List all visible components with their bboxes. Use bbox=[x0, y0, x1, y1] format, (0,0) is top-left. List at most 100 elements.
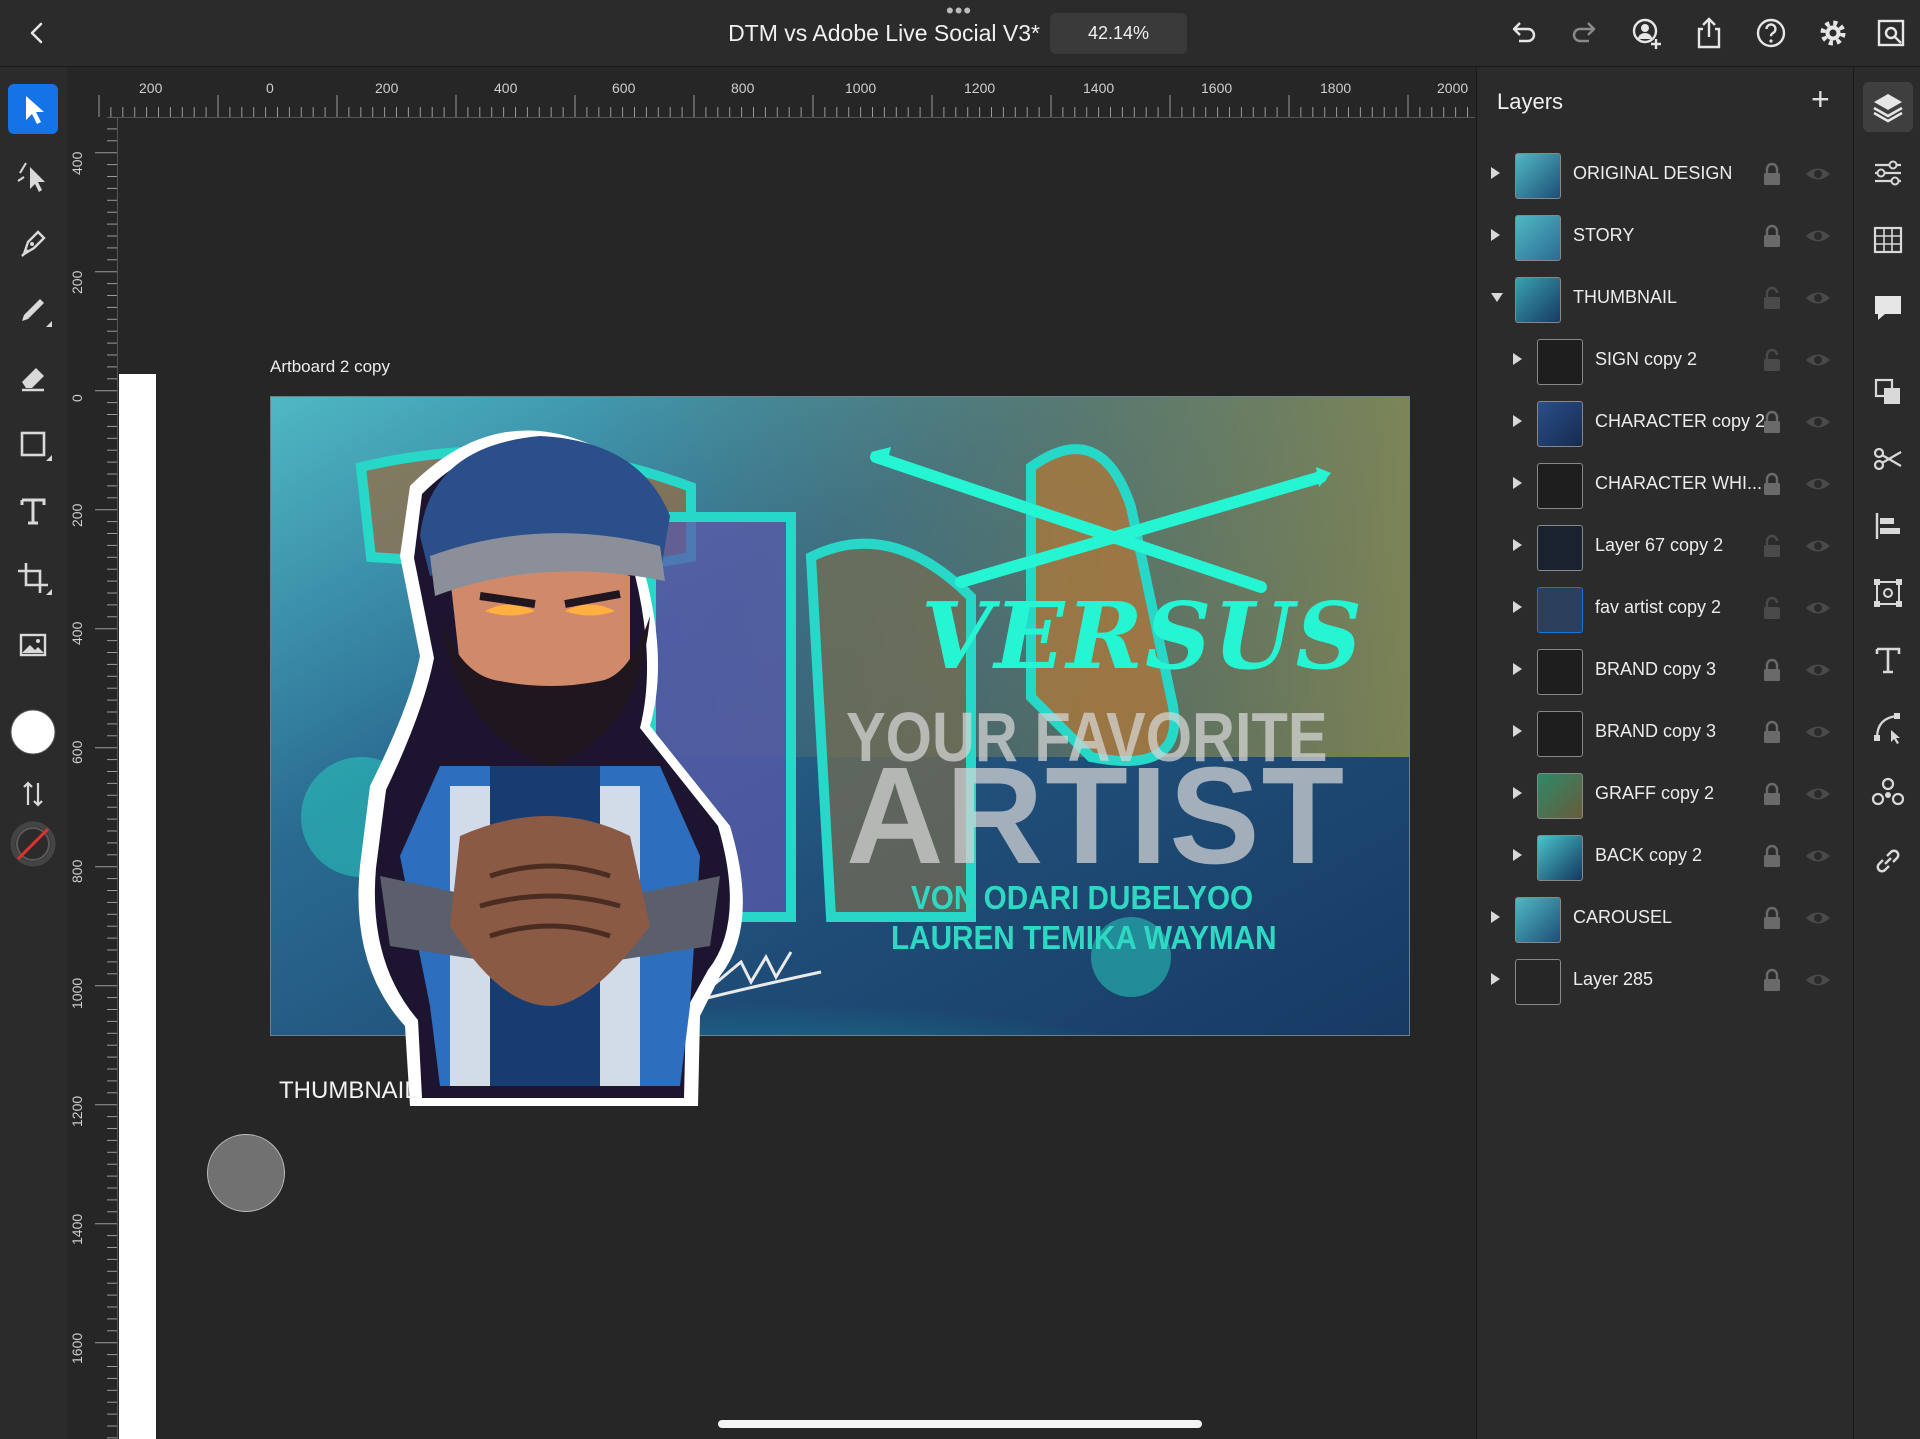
pencil-tool-icon[interactable] bbox=[8, 285, 58, 335]
expand-arrow-icon[interactable] bbox=[1513, 539, 1522, 551]
comments-icon[interactable] bbox=[1863, 282, 1913, 332]
direct-select-tool-icon[interactable] bbox=[8, 151, 58, 201]
more-options-dots[interactable]: ••• bbox=[946, 0, 972, 22]
crop-tool-icon[interactable] bbox=[8, 553, 58, 603]
lock-icon[interactable] bbox=[1761, 409, 1783, 435]
layer-row[interactable]: BRAND copy 3 bbox=[1477, 701, 1853, 763]
invite-collaborator-icon[interactable] bbox=[1629, 15, 1665, 51]
layer-row[interactable]: ORIGINAL DESIGN bbox=[1477, 143, 1853, 205]
expand-arrow-icon[interactable] bbox=[1513, 849, 1522, 861]
versus-headline[interactable]: VERSUS bbox=[921, 582, 1364, 690]
visibility-eye-icon[interactable] bbox=[1804, 907, 1832, 929]
lock-icon[interactable] bbox=[1761, 843, 1783, 869]
settings-gear-icon[interactable] bbox=[1815, 15, 1851, 51]
undo-icon[interactable] bbox=[1505, 15, 1541, 51]
expand-arrow-icon[interactable] bbox=[1513, 353, 1522, 365]
expand-arrow-icon[interactable] bbox=[1491, 167, 1500, 179]
redo-icon[interactable] bbox=[1567, 15, 1603, 51]
text-properties-icon[interactable] bbox=[1863, 635, 1913, 685]
visibility-eye-icon[interactable] bbox=[1804, 287, 1832, 309]
duplicate-icon[interactable] bbox=[1863, 367, 1913, 417]
text-tool-icon[interactable] bbox=[8, 486, 58, 536]
link-icon[interactable] bbox=[1863, 836, 1913, 886]
unlock-icon[interactable] bbox=[1761, 347, 1783, 373]
visibility-eye-icon[interactable] bbox=[1804, 225, 1832, 247]
layer-row[interactable]: CHARACTER WHI... bbox=[1477, 453, 1853, 515]
expand-arrow-icon[interactable] bbox=[1513, 663, 1522, 675]
swap-colors-icon[interactable] bbox=[8, 769, 58, 819]
layer-row[interactable]: CAROUSEL bbox=[1477, 887, 1853, 949]
layer-row[interactable]: fav artist copy 2 bbox=[1477, 577, 1853, 639]
visibility-eye-icon[interactable] bbox=[1804, 969, 1832, 991]
vertical-ruler[interactable]: 400 200 0 200 400 600 800 1000 1200 1400… bbox=[67, 117, 118, 1439]
adjustments-icon[interactable] bbox=[1863, 769, 1913, 819]
expand-arrow-icon[interactable] bbox=[1491, 229, 1500, 241]
layer-row[interactable]: BACK copy 2 bbox=[1477, 825, 1853, 887]
visibility-eye-icon[interactable] bbox=[1804, 783, 1832, 805]
touch-modifier-button[interactable] bbox=[207, 1134, 285, 1212]
artist-name-line-2[interactable]: LAUREN TEMIKA WAYMAN bbox=[891, 919, 1277, 957]
artboard-label[interactable]: Artboard 2 copy bbox=[270, 357, 390, 377]
collapse-arrow-icon[interactable] bbox=[1491, 293, 1503, 302]
unlock-icon[interactable] bbox=[1761, 533, 1783, 559]
layer-row[interactable]: CHARACTER copy 2 bbox=[1477, 391, 1853, 453]
pen-tool-icon[interactable] bbox=[8, 218, 58, 268]
home-indicator[interactable] bbox=[718, 1420, 1202, 1428]
visibility-eye-icon[interactable] bbox=[1804, 473, 1832, 495]
unlock-icon[interactable] bbox=[1761, 285, 1783, 311]
place-image-tool-icon[interactable] bbox=[8, 620, 58, 670]
visibility-eye-icon[interactable] bbox=[1804, 535, 1832, 557]
layer-row[interactable]: GRAFF copy 2 bbox=[1477, 763, 1853, 825]
expand-arrow-icon[interactable] bbox=[1513, 601, 1522, 613]
select-tool-icon[interactable] bbox=[8, 84, 58, 134]
cut-scissors-icon[interactable] bbox=[1863, 434, 1913, 484]
lock-icon[interactable] bbox=[1761, 905, 1783, 931]
lock-icon[interactable] bbox=[1761, 657, 1783, 683]
lock-icon[interactable] bbox=[1761, 967, 1783, 993]
expand-arrow-icon[interactable] bbox=[1513, 477, 1522, 489]
visibility-eye-icon[interactable] bbox=[1804, 845, 1832, 867]
layer-row[interactable]: STORY bbox=[1477, 205, 1853, 267]
path-edit-icon[interactable] bbox=[1863, 702, 1913, 752]
fit-artboards-icon[interactable] bbox=[1873, 15, 1909, 51]
help-icon[interactable] bbox=[1753, 15, 1789, 51]
expand-arrow-icon[interactable] bbox=[1491, 911, 1500, 923]
offscreen-artboard-edge[interactable] bbox=[119, 374, 156, 1439]
visibility-eye-icon[interactable] bbox=[1804, 411, 1832, 433]
lock-icon[interactable] bbox=[1761, 471, 1783, 497]
document-title[interactable]: DTM vs Adobe Live Social V3* bbox=[720, 20, 1040, 47]
libraries-icon[interactable] bbox=[1863, 215, 1913, 265]
horizontal-ruler[interactable]: 200 0 200 400 600 800 1000 1200 1400 160… bbox=[67, 67, 1475, 118]
expand-arrow-icon[interactable] bbox=[1513, 725, 1522, 737]
expand-arrow-icon[interactable] bbox=[1513, 415, 1522, 427]
lock-icon[interactable] bbox=[1761, 161, 1783, 187]
zoom-level[interactable]: 42.14% bbox=[1050, 13, 1187, 54]
layer-row[interactable]: Layer 67 copy 2 bbox=[1477, 515, 1853, 577]
layer-row[interactable]: SIGN copy 2 bbox=[1477, 329, 1853, 391]
artist-name-line-1[interactable]: VON ODARI DUBELYOO bbox=[911, 879, 1253, 917]
layers-panel-icon[interactable] bbox=[1863, 82, 1913, 132]
add-layer-button[interactable]: + bbox=[1811, 81, 1830, 118]
layer-row[interactable]: THUMBNAIL bbox=[1477, 267, 1853, 329]
layer-row[interactable]: Layer 285 bbox=[1477, 949, 1853, 1011]
stroke-color-none-swatch[interactable] bbox=[8, 819, 58, 869]
visibility-eye-icon[interactable] bbox=[1804, 659, 1832, 681]
share-export-icon[interactable] bbox=[1691, 15, 1727, 51]
properties-sliders-icon[interactable] bbox=[1863, 148, 1913, 198]
unlock-icon[interactable] bbox=[1761, 595, 1783, 621]
rectangle-tool-icon[interactable] bbox=[8, 419, 58, 469]
transform-icon[interactable] bbox=[1863, 568, 1913, 618]
lock-icon[interactable] bbox=[1761, 719, 1783, 745]
eraser-tool-icon[interactable] bbox=[8, 352, 58, 402]
lock-icon[interactable] bbox=[1761, 781, 1783, 807]
visibility-eye-icon[interactable] bbox=[1804, 597, 1832, 619]
expand-arrow-icon[interactable] bbox=[1513, 787, 1522, 799]
character-illustration[interactable] bbox=[340, 406, 760, 1106]
visibility-eye-icon[interactable] bbox=[1804, 721, 1832, 743]
visibility-eye-icon[interactable] bbox=[1804, 163, 1832, 185]
lock-icon[interactable] bbox=[1761, 223, 1783, 249]
thumbnail-label[interactable]: THUMBNAIL bbox=[279, 1077, 418, 1105]
back-chevron-icon[interactable] bbox=[22, 18, 52, 48]
expand-arrow-icon[interactable] bbox=[1491, 973, 1500, 985]
visibility-eye-icon[interactable] bbox=[1804, 349, 1832, 371]
